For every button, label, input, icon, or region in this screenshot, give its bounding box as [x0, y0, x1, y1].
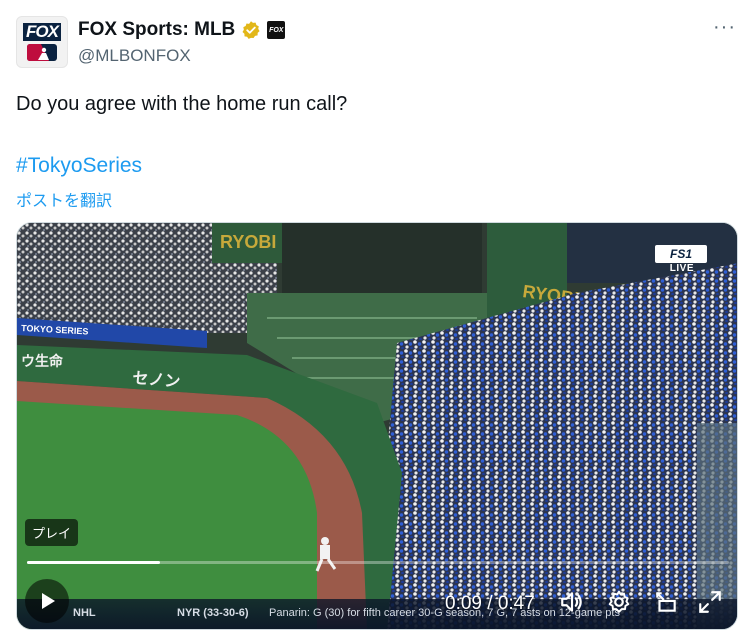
avatar-fox-logo: FOX: [23, 23, 61, 41]
play-tooltip: プレイ: [25, 519, 79, 546]
play-button[interactable]: [25, 579, 69, 623]
hashtag-link[interactable]: #TokyoSeries: [16, 154, 142, 178]
video-frame: RYOBI RYOBI TOKYO SERIES ウ生命 セノン: [17, 223, 737, 629]
stadium-sign: RYOBI: [220, 232, 276, 252]
verified-badge-icon[interactable]: [241, 20, 261, 40]
more-icon[interactable]: ···: [713, 17, 736, 37]
duration: 0:47: [497, 593, 535, 614]
volume-icon[interactable]: [559, 589, 585, 615]
live-label: LIVE: [669, 263, 694, 274]
time-display: 0:09 / 0:47: [445, 593, 535, 615]
author-name-row: FOX Sports: MLB FOX: [78, 19, 286, 41]
translate-post-link[interactable]: ポストを翻訳: [16, 187, 112, 211]
video-player[interactable]: RYOBI RYOBI TOKYO SERIES ウ生命 セノン FS1 LIV…: [16, 222, 738, 630]
time-separator: /: [481, 593, 498, 614]
network-logo: FS1: [655, 245, 707, 263]
play-icon: [42, 593, 55, 609]
progress-fill: [27, 561, 161, 564]
mlb-logo-icon: [27, 44, 57, 61]
picture-in-picture-icon[interactable]: [653, 589, 679, 615]
ticker-league: NHL: [73, 607, 96, 619]
ticker-team: NYR (33-30-6): [177, 607, 249, 619]
author-name[interactable]: FOX Sports: MLB: [78, 19, 235, 41]
affiliate-badge[interactable]: FOX: [267, 21, 286, 39]
progress-bar[interactable]: [27, 561, 729, 564]
gear-icon[interactable]: [606, 589, 632, 615]
current-time: 0:09: [445, 593, 482, 614]
stadium-sign: ウ生命: [21, 353, 64, 369]
avatar[interactable]: FOX: [16, 16, 68, 68]
fullscreen-icon[interactable]: [697, 589, 723, 615]
author-handle[interactable]: @MLBONFOX: [78, 46, 191, 66]
post-text: Do you agree with the home run call?: [16, 93, 348, 115]
